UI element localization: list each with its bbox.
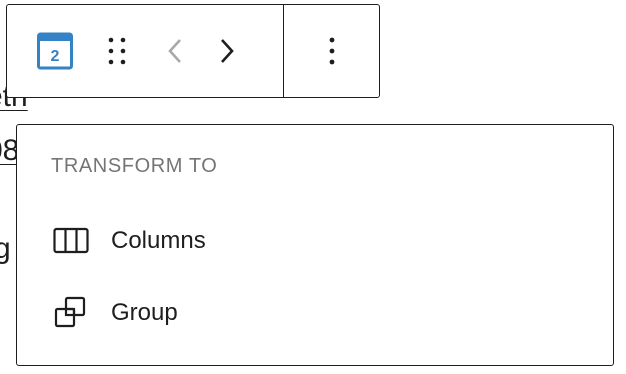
menu-item-label: Columns [111,227,206,254]
menu-item-label: Group [111,299,178,326]
block-type-button[interactable]: 2 [23,5,87,97]
options-button[interactable] [308,5,356,97]
chevron-left-icon [168,39,181,63]
transform-menu: Transform to Columns Group [16,124,614,366]
calendar-day: 2 [51,48,60,65]
block-toolbar: 2 [6,4,380,98]
background-text: g [0,232,11,265]
move-down-button[interactable] [201,5,253,97]
transform-to-group[interactable]: Group [45,285,585,341]
editor-canvas: eth 08 g 2 [0,0,626,374]
group-icon [45,293,97,333]
more-vertical-icon [329,37,334,65]
columns-icon [45,221,97,261]
calendar-icon: 2 [37,32,73,70]
drag-handle-button[interactable] [95,5,139,97]
drag-handle-icon [108,37,126,65]
transform-menu-heading: Transform to [51,155,218,177]
transform-to-columns[interactable]: Columns [45,213,585,269]
chevron-right-icon [221,39,234,63]
move-up-button[interactable] [149,5,201,97]
toolbar-options-group [284,5,379,97]
toolbar-main-group: 2 [7,5,284,97]
